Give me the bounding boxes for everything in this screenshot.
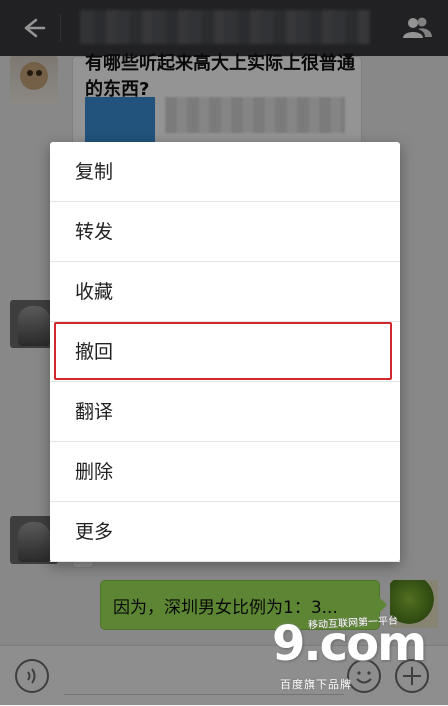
menu-item-delete[interactable]: 删除	[50, 442, 400, 502]
recall-highlight-box	[54, 322, 392, 380]
watermark-subtitle: 百度旗下品牌	[280, 678, 352, 691]
menu-item-translate[interactable]: 翻译	[50, 382, 400, 442]
menu-item-more[interactable]: 更多	[50, 502, 400, 562]
menu-item-label: 删除	[75, 461, 114, 483]
menu-item-copy[interactable]: 复制	[50, 142, 400, 202]
menu-item-label: 转发	[75, 221, 114, 243]
menu-item-forward[interactable]: 转发	[50, 202, 400, 262]
menu-item-label: 复制	[75, 161, 114, 183]
menu-item-label: 更多	[75, 521, 114, 543]
message-context-menu: 复制 转发 收藏 撤回 翻译 删除 更多	[50, 142, 400, 562]
site-watermark: 9.com 移动互联网第一平台 百度旗下品牌	[272, 610, 448, 705]
menu-item-label: 翻译	[75, 401, 114, 423]
menu-item-label: 收藏	[75, 281, 114, 303]
menu-item-favorite[interactable]: 收藏	[50, 262, 400, 322]
